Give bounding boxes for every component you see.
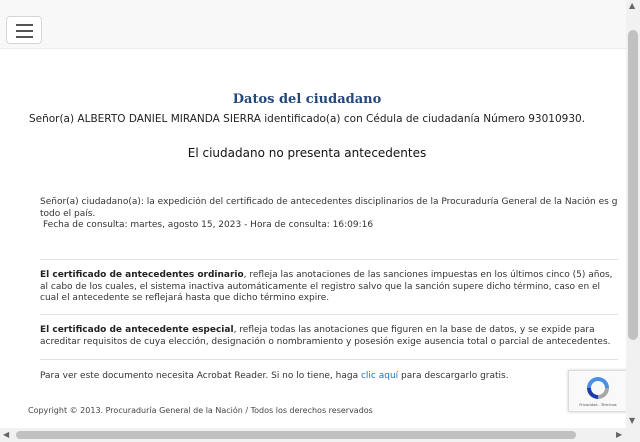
special-certificate-paragraph: El certificado de antecedente especial, … — [40, 325, 618, 348]
hamburger-icon — [16, 24, 33, 26]
vertical-scrollbar[interactable]: ▲ ▼ — [626, 0, 640, 428]
scroll-right-arrow[interactable]: ▶ — [616, 430, 622, 439]
vertical-scroll-thumb[interactable] — [628, 30, 638, 340]
citizen-identification-text: Señor(a) ALBERTO DANIEL MIRANDA SIERRA i… — [28, 113, 586, 125]
scroll-up-arrow[interactable]: ▲ — [629, 1, 635, 10]
info-paragraph: Señor(a) ciudadano(a): la expedición del… — [40, 197, 618, 220]
divider — [40, 314, 618, 315]
recaptcha-terms[interactable]: Privacidad - Términos — [571, 403, 625, 407]
info-line-2: todo el país. — [40, 208, 96, 219]
consult-date-text: Fecha de consulta: martes, agosto 15, 20… — [43, 220, 374, 230]
info-line-1: Señor(a) ciudadano(a): la expedición del… — [40, 197, 618, 207]
scroll-left-arrow[interactable]: ◀ — [3, 430, 9, 439]
acrobat-paragraph: Para ver este documento necesita Acrobat… — [40, 371, 618, 383]
recaptcha-icon — [587, 377, 609, 399]
acrobat-tail-text: para descargarlo gratis. — [398, 371, 509, 381]
ordinary-certificate-paragraph: El certificado de antecedentes ordinario… — [40, 270, 618, 305]
hamburger-icon-bar — [16, 36, 33, 38]
scroll-down-arrow[interactable]: ▼ — [629, 416, 635, 425]
acrobat-text: Para ver este documento necesita Acrobat… — [40, 371, 361, 381]
acrobat-download-link[interactable]: clic aquí — [361, 371, 398, 381]
divider — [40, 359, 618, 360]
ordinary-certificate-label: El certificado de antecedentes ordinario — [40, 270, 244, 280]
horizontal-scrollbar[interactable]: ◀ ▶ — [0, 428, 640, 442]
record-status-text: El ciudadano no presenta antecedentes — [187, 146, 427, 160]
special-certificate-label: El certificado de antecedente especial — [40, 325, 234, 335]
hamburger-icon-bar — [16, 30, 33, 32]
divider — [40, 259, 618, 260]
recaptcha-badge[interactable]: Privacidad - Términos — [568, 370, 628, 412]
top-navbar — [0, 0, 626, 49]
page-title: Datos del ciudadano — [232, 92, 382, 107]
hamburger-menu-button[interactable] — [6, 16, 42, 44]
horizontal-scroll-thumb[interactable] — [16, 431, 576, 439]
footer-copyright: Copyright © 2013. Procuraduría General d… — [28, 406, 373, 415]
